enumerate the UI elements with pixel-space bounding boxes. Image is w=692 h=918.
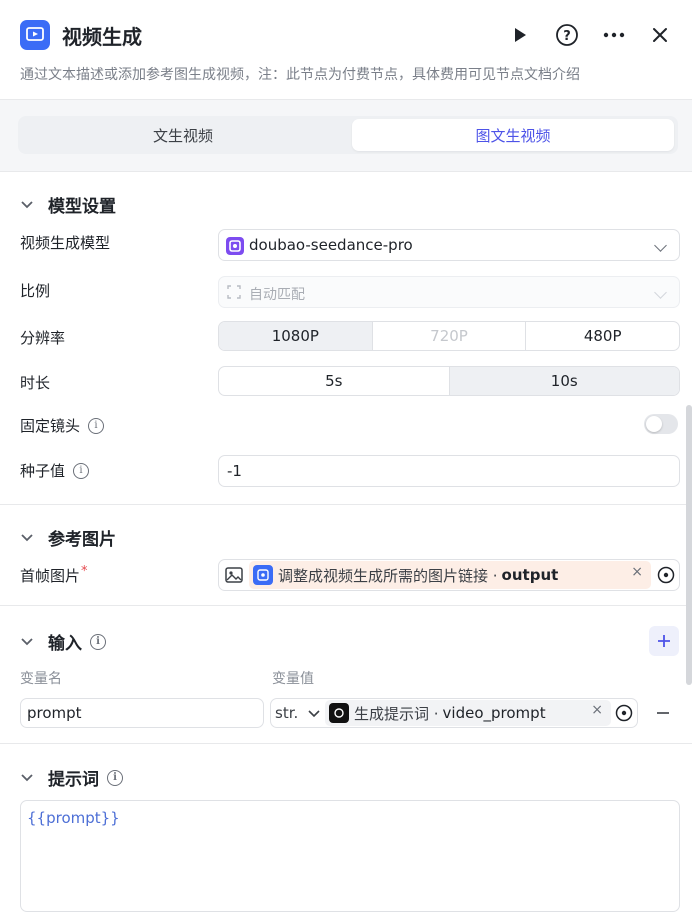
- model-value: doubao-seedance-pro: [249, 236, 413, 254]
- info-icon[interactable]: i: [88, 417, 105, 434]
- chevron-down-icon: [20, 528, 38, 548]
- reference-image-section: 参考图片 首帧图片 * 调整成视频生成所需的图片链接 · output ×: [0, 505, 692, 606]
- section-title: 输入: [48, 634, 82, 654]
- model-settings-header[interactable]: 模型设置: [20, 192, 116, 217]
- prompt-textarea[interactable]: {{prompt}}: [20, 800, 680, 912]
- first-frame-input: 调整成视频生成所需的图片链接 · output ×: [218, 559, 680, 591]
- seed-input[interactable]: -1: [218, 455, 680, 487]
- section-title: 模型设置: [48, 197, 116, 217]
- seed-label: 种子值: [20, 462, 66, 480]
- remove-input-button[interactable]: [656, 706, 670, 724]
- model-settings-section: 模型设置 视频生成模型 doubao-seedance-pro 比例 自动匹配 …: [0, 172, 692, 505]
- ratio-label: 比例: [20, 282, 51, 300]
- seed-value: -1: [227, 462, 242, 480]
- resolution-option-1080p[interactable]: 1080P: [219, 322, 373, 350]
- tab-text-to-video[interactable]: 文生视频: [22, 119, 344, 151]
- first-frame-label: 首帧图片: [20, 567, 81, 585]
- scrollbar[interactable]: [686, 405, 692, 685]
- source-field: output: [501, 566, 559, 584]
- play-icon: [515, 28, 526, 42]
- plus-icon: [658, 635, 670, 647]
- chevron-down-icon: [654, 286, 667, 299]
- video-icon: [20, 20, 50, 50]
- chevron-down-icon: [654, 239, 667, 252]
- first-frame-row: 首帧图片 *: [20, 564, 88, 586]
- section-title: 提示词: [48, 770, 99, 790]
- image-icon[interactable]: [225, 567, 243, 587]
- duration-option-10s[interactable]: 10s: [449, 367, 679, 395]
- auto-fit-icon: [227, 285, 241, 303]
- variable-picker-icon[interactable]: [615, 704, 633, 726]
- llm-node-icon: [329, 703, 349, 723]
- source-node-name: 生成提示词 ·: [354, 704, 439, 723]
- node-description: 通过文本描述或添加参考图生成视频，注：此节点为付费节点，具体费用可见节点文档介绍: [20, 67, 580, 83]
- resolution-option-720p[interactable]: 720P: [373, 322, 527, 350]
- model-label: 视频生成模型: [20, 234, 111, 252]
- image-process-icon: [253, 565, 273, 585]
- resolution-segmented: 1080P 720P 480P: [218, 321, 680, 351]
- model-select[interactable]: doubao-seedance-pro: [218, 229, 680, 261]
- var-source-tag[interactable]: 生成提示词 · video_prompt ×: [325, 700, 611, 726]
- help-icon: ?: [556, 24, 578, 46]
- help-button[interactable]: ?: [554, 22, 580, 48]
- source-node-name: 调整成视频生成所需的图片链接 ·: [278, 566, 498, 585]
- var-value-input: str. 生成提示词 · video_prompt ×: [270, 698, 638, 728]
- remove-icon[interactable]: ×: [591, 702, 603, 718]
- image-source-tag[interactable]: 调整成视频生成所需的图片链接 · output ×: [249, 561, 651, 589]
- prompt-header[interactable]: 提示词 i: [20, 765, 123, 790]
- fixed-camera-row: 固定镜头 i: [20, 415, 105, 436]
- section-title: 参考图片: [48, 530, 116, 550]
- mode-tabs-area: 文生视频 图文生视频: [0, 100, 692, 172]
- var-type-select[interactable]: str.: [275, 704, 298, 722]
- svg-text:?: ?: [563, 29, 571, 44]
- chevron-down-icon: [20, 768, 38, 788]
- inputs-section: 输入 i 变量名 变量值 prompt str. 生成提示词 · video_p…: [0, 606, 692, 744]
- source-field: video_prompt: [442, 704, 546, 722]
- fixed-camera-label: 固定镜头: [20, 417, 81, 435]
- resolution-option-480p[interactable]: 480P: [526, 322, 679, 350]
- video-generation-node-panel: 视频生成 ? 通过文本描述或添加参考图生成视频，注：此节点为付费节点，具体费用可…: [0, 0, 692, 918]
- toggle-knob: [646, 416, 662, 432]
- fixed-camera-toggle[interactable]: [644, 414, 678, 434]
- reference-picker-icon[interactable]: [657, 566, 675, 588]
- info-icon[interactable]: i: [107, 769, 123, 786]
- chevron-down-icon[interactable]: [307, 705, 321, 723]
- duration-label: 时长: [20, 374, 51, 392]
- required-mark: *: [81, 564, 88, 579]
- close-button[interactable]: [647, 22, 673, 48]
- ratio-select[interactable]: 自动匹配: [218, 276, 680, 308]
- close-icon: [653, 28, 667, 42]
- mode-tabs: 文生视频 图文生视频: [18, 116, 678, 154]
- ratio-value: 自动匹配: [249, 287, 305, 303]
- var-name-input[interactable]: prompt: [20, 698, 264, 728]
- duration-option-5s[interactable]: 5s: [219, 367, 450, 395]
- more-icon: [603, 32, 625, 38]
- col-name-header: 变量名: [20, 671, 62, 687]
- more-button[interactable]: [601, 22, 627, 48]
- minus-icon: [657, 712, 669, 714]
- duration-segmented: 5s 10s: [218, 366, 680, 396]
- resolution-label: 分辨率: [20, 329, 66, 347]
- info-icon[interactable]: i: [90, 633, 106, 650]
- model-icon: [226, 237, 244, 255]
- info-icon[interactable]: i: [73, 462, 90, 479]
- chevron-down-icon: [20, 195, 38, 215]
- reference-image-header[interactable]: 参考图片: [20, 525, 116, 550]
- inputs-header[interactable]: 输入 i: [20, 629, 106, 654]
- seed-row: 种子值 i: [20, 460, 90, 481]
- tab-image-text-to-video[interactable]: 图文生视频: [352, 119, 674, 151]
- run-button[interactable]: [507, 22, 533, 48]
- panel-header: 视频生成 ? 通过文本描述或添加参考图生成视频，注：此节点为付费节点，具体费用可…: [0, 0, 692, 100]
- remove-icon[interactable]: ×: [631, 564, 643, 580]
- chevron-down-icon: [20, 632, 38, 652]
- col-value-header: 变量值: [272, 671, 314, 687]
- var-name-value: prompt: [27, 704, 82, 722]
- node-title: 视频生成: [62, 25, 142, 49]
- add-input-button[interactable]: [649, 626, 679, 656]
